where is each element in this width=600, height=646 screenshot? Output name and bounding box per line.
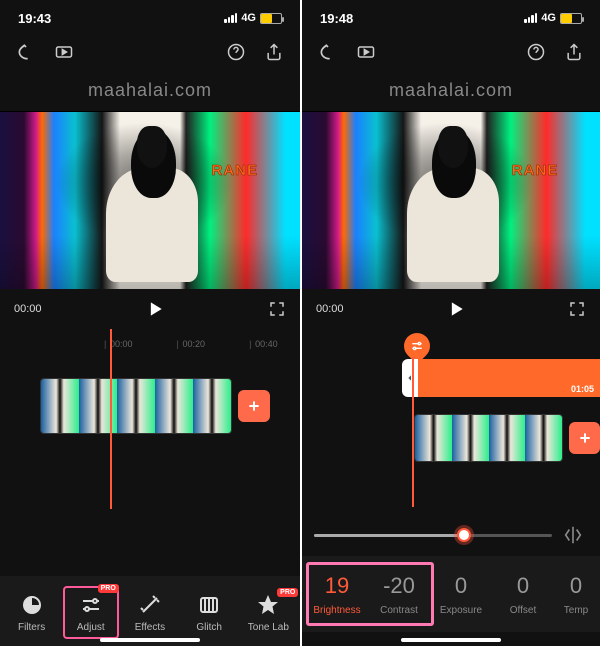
playhead[interactable]	[412, 357, 414, 507]
slider-thumb[interactable]	[457, 528, 471, 542]
help-icon[interactable]	[226, 42, 246, 62]
current-time: 00:00	[316, 303, 344, 315]
status-bar: 19:48 4G	[302, 0, 600, 30]
param-label: Contrast	[380, 605, 418, 616]
help-icon[interactable]	[526, 42, 546, 62]
home-indicator[interactable]	[401, 638, 501, 642]
phone-screen-left: 19:43 4G maahalai.com RANE	[0, 0, 300, 646]
tool-label: Tone Lab	[248, 622, 289, 633]
network-label: 4G	[241, 12, 256, 24]
filters-icon	[19, 592, 45, 618]
tool-bar: Filters PRO Adjust Effects Glitch PRO	[0, 576, 300, 646]
phone-screen-right: 19:48 4G maahalai.com RANE	[300, 0, 600, 646]
clip-handle-left[interactable]	[402, 359, 418, 397]
player-controls: 00:00	[0, 289, 300, 329]
tool-filters[interactable]: Filters	[4, 592, 60, 633]
param-value: -20	[383, 573, 415, 599]
tool-glitch[interactable]: Glitch	[181, 592, 237, 633]
tool-label: Effects	[135, 622, 165, 633]
signal-icon	[524, 13, 537, 23]
effects-icon	[137, 592, 163, 618]
param-value: 0	[570, 573, 582, 599]
adjust-icon	[78, 592, 104, 618]
play-icon[interactable]	[145, 299, 165, 319]
current-time: 00:00	[14, 303, 42, 315]
param-brightness[interactable]: 19 Brightness	[306, 573, 368, 616]
play-icon[interactable]	[446, 299, 466, 319]
crane-sign: RANE	[211, 162, 258, 179]
video-preview[interactable]: RANE	[302, 111, 600, 289]
adjust-slider[interactable]	[314, 534, 552, 537]
fullscreen-icon[interactable]	[268, 300, 286, 318]
status-right: 4G	[224, 12, 282, 24]
param-value: 0	[455, 573, 467, 599]
playhead[interactable]	[110, 329, 112, 509]
timeline[interactable]: 00:00 00:20 00:40	[0, 329, 300, 435]
status-time: 19:43	[18, 11, 51, 26]
crane-sign: RANE	[512, 162, 559, 179]
tool-adjust[interactable]: PRO Adjust	[63, 586, 119, 639]
param-label: Temp	[564, 605, 588, 616]
add-clip-button[interactable]	[238, 390, 270, 422]
param-label: Exposure	[440, 605, 482, 616]
tool-tonelab[interactable]: PRO Tone Lab	[240, 592, 296, 633]
status-time: 19:48	[320, 11, 353, 26]
param-label: Offset	[510, 605, 537, 616]
param-value: 0	[517, 573, 529, 599]
add-clip-button[interactable]	[569, 422, 600, 454]
tick: 00:40	[255, 339, 278, 355]
glitch-icon	[196, 592, 222, 618]
back-icon[interactable]	[16, 42, 36, 62]
video-preview[interactable]: RANE	[0, 111, 300, 289]
tool-effects[interactable]: Effects	[122, 592, 178, 633]
adjust-clip-bar[interactable]: 01:05	[402, 359, 600, 397]
tick: 00:00	[110, 339, 133, 355]
param-value: 19	[325, 573, 349, 599]
param-exposure[interactable]: 0 Exposure	[430, 573, 492, 616]
tick: 00:20	[183, 339, 206, 355]
adjust-params: 19 Brightness -20 Contrast 0 Exposure 0 …	[302, 556, 600, 632]
compare-icon[interactable]	[562, 524, 584, 546]
status-right: 4G	[524, 12, 582, 24]
battery-icon	[560, 13, 582, 24]
watermark-text: maahalai.com	[0, 74, 300, 111]
video-clip[interactable]	[414, 414, 563, 462]
home-indicator[interactable]	[100, 638, 200, 642]
clip-duration: 01:05	[571, 384, 594, 394]
param-label: Brightness	[313, 605, 360, 616]
preview-video-icon[interactable]	[54, 42, 74, 62]
tool-label: Glitch	[196, 622, 222, 633]
param-offset[interactable]: 0 Offset	[492, 573, 554, 616]
fullscreen-icon[interactable]	[568, 300, 586, 318]
param-temp[interactable]: 0 Temp	[554, 573, 598, 616]
param-contrast[interactable]: -20 Contrast	[368, 573, 430, 616]
network-label: 4G	[541, 12, 556, 24]
share-icon[interactable]	[564, 42, 584, 62]
share-icon[interactable]	[264, 42, 284, 62]
pro-badge: PRO	[277, 588, 298, 597]
adjust-slider-row	[302, 524, 600, 546]
signal-icon	[224, 13, 237, 23]
top-nav	[302, 30, 600, 74]
pro-badge: PRO	[98, 584, 119, 593]
clip-track[interactable]	[302, 413, 600, 463]
preview-video-icon[interactable]	[356, 42, 376, 62]
player-controls: 00:00	[302, 289, 600, 329]
status-bar: 19:43 4G	[0, 0, 300, 30]
back-icon[interactable]	[318, 42, 338, 62]
tool-label: Adjust	[77, 622, 105, 633]
clip-track[interactable]	[0, 377, 300, 435]
top-nav	[0, 30, 300, 74]
watermark-text: maahalai.com	[302, 74, 600, 111]
battery-icon	[260, 13, 282, 24]
timeline-ruler: 00:00 00:20 00:40	[0, 339, 300, 355]
video-clip[interactable]	[40, 378, 232, 434]
tool-label: Filters	[18, 622, 45, 633]
timeline[interactable]: 01:05	[302, 329, 600, 489]
